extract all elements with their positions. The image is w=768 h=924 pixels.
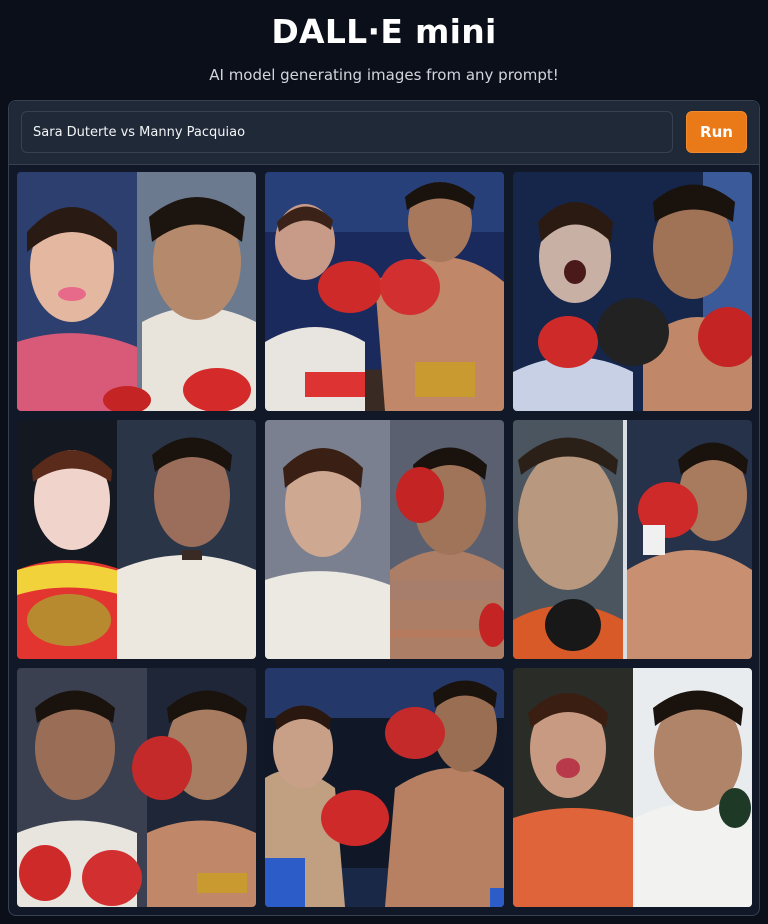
generated-image-4[interactable] bbox=[17, 420, 256, 659]
generated-image-3-picture bbox=[513, 172, 752, 411]
app-subtitle: AI model generating images from any prom… bbox=[209, 66, 559, 84]
generated-image-2[interactable] bbox=[265, 172, 504, 411]
generator-panel: Run bbox=[8, 100, 760, 916]
generated-image-9-picture bbox=[513, 668, 752, 907]
generated-image-1[interactable] bbox=[17, 172, 256, 411]
generated-image-6-picture bbox=[513, 420, 752, 659]
image-gallery bbox=[17, 172, 753, 908]
generated-image-9[interactable] bbox=[513, 668, 752, 907]
generated-image-2-picture bbox=[265, 172, 504, 411]
generated-image-4-picture bbox=[17, 420, 256, 659]
generated-image-1-picture bbox=[17, 172, 256, 411]
generated-image-8[interactable] bbox=[265, 668, 504, 907]
generated-image-5[interactable] bbox=[265, 420, 504, 659]
generated-image-7[interactable] bbox=[17, 668, 256, 907]
prompt-bar: Run bbox=[9, 101, 759, 165]
run-button[interactable]: Run bbox=[686, 111, 747, 153]
generated-image-6[interactable] bbox=[513, 420, 752, 659]
generated-image-7-picture bbox=[17, 668, 256, 907]
generated-image-3[interactable] bbox=[513, 172, 752, 411]
app-title: DALL·E mini bbox=[271, 12, 497, 51]
prompt-input[interactable] bbox=[21, 111, 673, 153]
generated-image-8-picture bbox=[265, 668, 504, 907]
header: DALL·E mini AI model generating images f… bbox=[0, 0, 768, 88]
generated-image-5-picture bbox=[265, 420, 504, 659]
